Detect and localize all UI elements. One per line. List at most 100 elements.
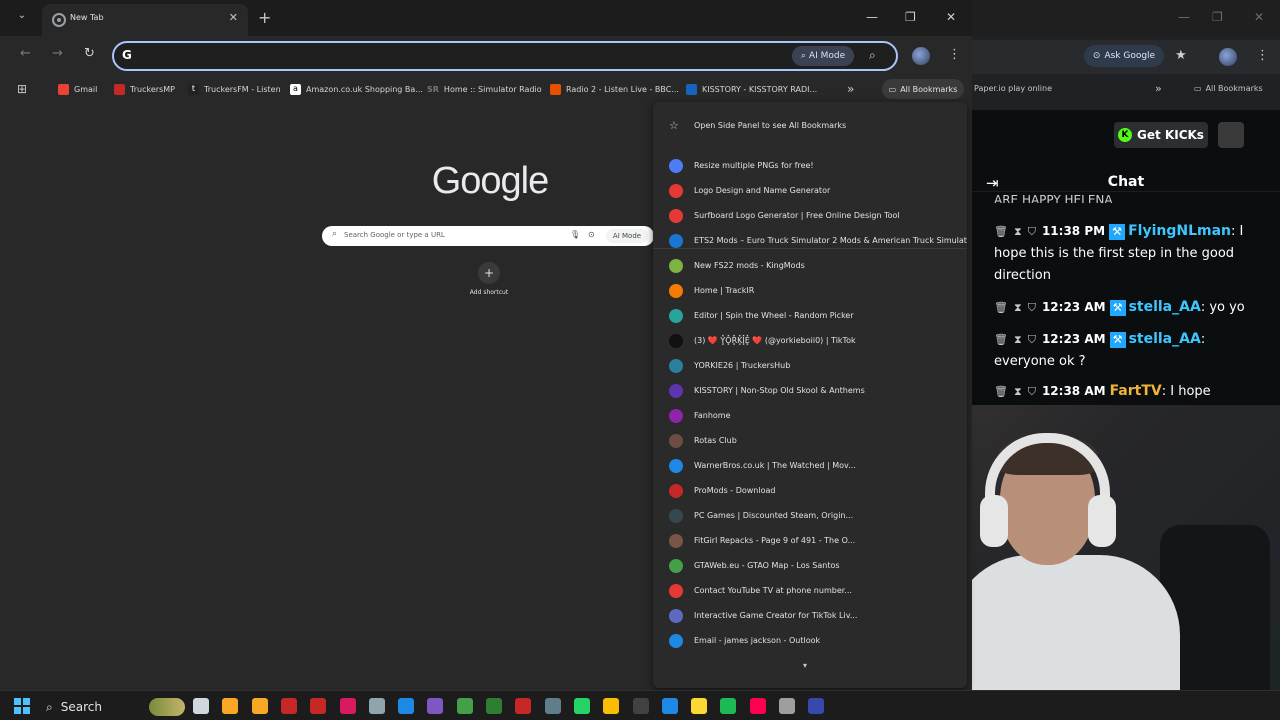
user-avatar[interactable] — [1218, 122, 1244, 148]
bg-maximize-icon[interactable]: ❐ — [1212, 10, 1223, 24]
spotify-icon[interactable] — [720, 698, 737, 714]
bookmark-menu-item[interactable]: Home | TrackIR — [653, 278, 967, 303]
bg-close-icon[interactable]: ✕ — [1254, 10, 1264, 24]
trash-icon[interactable]: 🗑 — [994, 333, 1008, 346]
app-red2-icon[interactable] — [339, 698, 356, 714]
maximize-icon[interactable]: ❐ — [905, 10, 916, 24]
bookmark-menu-item[interactable]: PC Games | Discounted Steam, Origin... — [653, 503, 967, 528]
add-shortcut[interactable]: + Add shortcut — [468, 262, 510, 296]
search-icon[interactable]: ⌕ — [869, 48, 876, 63]
bookmarks-overflow-icon[interactable]: » — [847, 78, 854, 100]
bookmark-menu-item[interactable]: Fanhome — [653, 403, 967, 428]
bookmark-item[interactable]: t TruckersFM - Listen — [188, 78, 281, 100]
forward-arrow-icon[interactable]: → — [52, 46, 63, 61]
ntp-ai-mode-button[interactable]: AI Mode — [606, 229, 648, 243]
get-kicks-button[interactable]: K Get KICKs — [1114, 122, 1208, 148]
bg-all-bookmarks-button[interactable]: ▭ All Bookmarks — [1194, 84, 1263, 93]
obs-icon[interactable] — [779, 698, 795, 714]
taskbar-search[interactable]: ⌕ Search — [40, 696, 185, 718]
bookmark-menu-item[interactable]: Interactive Game Creator for TikTok Liv.… — [653, 603, 967, 628]
bookmark-menu-item[interactable]: (3) ❤️ Y͓̽O͓̽R͓̽K͓̽I͓̽E͓̽ ❤️ (@yorkieboi… — [653, 328, 967, 353]
chrome-icon[interactable] — [603, 698, 620, 714]
open-side-panel-item[interactable]: ☆ Open Side Panel to see All Bookmarks — [653, 113, 967, 138]
profile-avatar[interactable] — [912, 47, 930, 65]
app-yellow-icon[interactable] — [691, 698, 708, 714]
bookmark-menu-item[interactable]: Email - james jackson - Outlook — [653, 628, 967, 653]
app-red3-icon[interactable] — [515, 698, 532, 714]
bookmark-menu-item[interactable]: Resize multiple PNGs for free! — [653, 153, 967, 178]
task-view-icon[interactable] — [193, 698, 209, 714]
all-bookmarks-button[interactable]: ▭ All Bookmarks — [882, 79, 964, 99]
edge-icon[interactable] — [661, 698, 678, 714]
steam-icon[interactable] — [544, 698, 561, 714]
app-dark-icon[interactable] — [632, 698, 649, 714]
trash-icon[interactable]: 🗑 — [994, 301, 1008, 314]
bg-kebab-menu-icon[interactable]: ⋮ — [1256, 48, 1269, 63]
ntp-search-box[interactable]: ⌕ Search Google or type a URL 🎙 ⊙ AI Mod… — [322, 226, 654, 246]
bookmark-item[interactable]: Radio 2 - Listen Live - BBC... — [550, 78, 679, 100]
minimize-icon[interactable]: — — [866, 10, 878, 24]
bookmark-menu-item[interactable]: Rotas Club — [653, 428, 967, 453]
app-truck-icon[interactable] — [368, 698, 385, 714]
whatsapp-icon[interactable] — [573, 698, 590, 714]
bookmark-item[interactable]: a Amazon.co.uk Shopping Ba... — [290, 78, 423, 100]
ask-google-button[interactable]: ⊙ Ask Google — [1084, 45, 1164, 67]
bookmark-menu-item[interactable]: ETS2 Mods – Euro Truck Simulator 2 Mods … — [653, 228, 967, 253]
hourglass-icon[interactable]: ⧗ — [1014, 225, 1022, 238]
omnibox[interactable]: G — [112, 41, 898, 71]
bg-minimize-icon[interactable]: — — [1178, 10, 1190, 24]
message-user[interactable]: stella_AA — [1129, 331, 1201, 347]
hourglass-icon[interactable]: ⧗ — [1014, 333, 1022, 346]
bookmark-menu-item[interactable]: WarnerBros.co.uk | The Watched | Mov... — [653, 453, 967, 478]
tab-search-chevron-icon[interactable]: ⌄ — [13, 10, 31, 26]
message-user[interactable]: FartTV — [1110, 383, 1162, 399]
kebab-menu-icon[interactable]: ⋮ — [948, 47, 961, 62]
bookmark-item[interactable]: Gmail — [58, 78, 97, 100]
tab-new-tab[interactable]: New Tab ✕ — [42, 4, 248, 36]
bookmark-menu-item[interactable]: Editor | Spin the Wheel - Random Picker — [653, 303, 967, 328]
bookmark-menu-item[interactable]: YORKIE26 | TruckersHub — [653, 353, 967, 378]
app-red-icon[interactable] — [280, 698, 297, 714]
app-green-icon[interactable] — [456, 698, 473, 714]
bookmark-menu-item[interactable]: New FS22 mods - KingMods — [653, 253, 967, 278]
lens-icon[interactable]: ⊙ — [588, 230, 595, 239]
back-arrow-icon[interactable]: ← — [20, 46, 31, 61]
bookmark-menu-item[interactable]: Contact YouTube TV at phone number... — [653, 578, 967, 603]
bookmark-item[interactable]: SR Home :: Simulator Radio — [427, 78, 542, 100]
bookmark-menu-item[interactable]: Logo Design and Name Generator — [653, 178, 967, 203]
bookmark-menu-item[interactable]: GTAWeb.eu - GTAO Map - Los Santos — [653, 553, 967, 578]
trash-icon[interactable]: 🗑 — [994, 225, 1008, 238]
message-user[interactable]: FlyingNLman — [1128, 223, 1231, 239]
scroll-down-chevron-icon[interactable]: ▾ — [803, 661, 807, 670]
apps-grid-icon[interactable]: ⊞ — [17, 78, 27, 100]
bg-bookmarks-overflow-icon[interactable]: » — [1155, 82, 1162, 95]
microphone-icon[interactable]: 🎙 — [570, 230, 580, 239]
hourglass-icon[interactable]: ⧗ — [1014, 301, 1022, 314]
omnibox-input[interactable] — [142, 47, 782, 65]
message-user[interactable]: stella_AA — [1129, 299, 1201, 315]
bookmark-menu-item[interactable]: FitGirl Repacks - Page 9 of 491 - The O.… — [653, 528, 967, 553]
close-tab-icon[interactable]: ✕ — [229, 11, 238, 24]
new-tab-icon[interactable]: + — [258, 8, 271, 27]
hourglass-icon[interactable]: ⧗ — [1014, 385, 1022, 398]
app-green2-icon[interactable] — [486, 698, 502, 714]
ai-mode-button[interactable]: ⌕ AI Mode — [792, 46, 854, 66]
bg-profile-avatar[interactable] — [1219, 48, 1237, 66]
close-window-icon[interactable]: ✕ — [946, 10, 956, 24]
trash-icon[interactable]: 🗑 — [994, 385, 1008, 398]
bookmark-item[interactable]: KISSTORY - KISSTORY RADI... — [686, 78, 817, 100]
app-blue-icon[interactable] — [808, 698, 825, 714]
app-news-icon[interactable] — [310, 698, 327, 714]
bookmark-menu-item[interactable]: ProMods - Download — [653, 478, 967, 503]
app-r-icon[interactable] — [251, 698, 268, 714]
app-b-icon[interactable] — [398, 698, 415, 714]
bookmark-menu-item[interactable]: Surfboard Logo Generator | Free Online D… — [653, 203, 967, 228]
file-explorer-icon[interactable] — [222, 698, 239, 714]
star-icon[interactable]: ★ — [1175, 48, 1187, 63]
bookmark-item[interactable]: TruckersMP — [114, 78, 175, 100]
bg-bookmark-paperio[interactable]: Paper.io play online — [974, 84, 1052, 93]
windows-start-icon[interactable] — [14, 698, 30, 714]
app-twitch-icon[interactable] — [427, 698, 444, 714]
reload-icon[interactable]: ↻ — [84, 46, 95, 61]
bookmark-menu-item[interactable]: KISSTORY | Non-Stop Old Skool & Anthems — [653, 378, 967, 403]
